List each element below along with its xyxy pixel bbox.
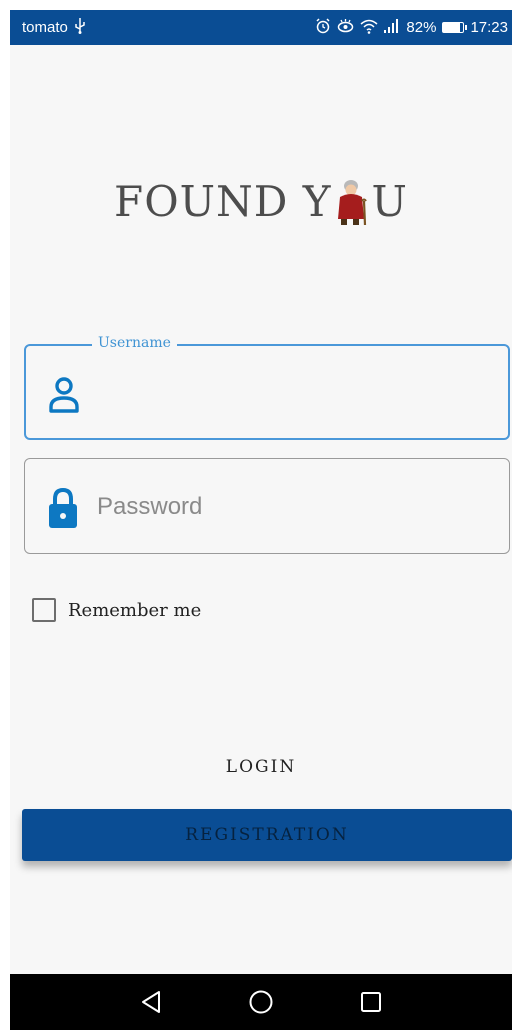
login-button[interactable]: LOGIN xyxy=(10,752,512,782)
battery-icon xyxy=(442,22,468,33)
logo-text-end: U xyxy=(371,176,408,226)
registration-button[interactable]: REGISTRATION xyxy=(22,809,512,861)
app-logo: FOUND Y U xyxy=(10,175,512,227)
wifi-icon xyxy=(360,19,378,37)
username-label: Username xyxy=(92,335,177,351)
status-bar: tomato 82% 17:23 xyxy=(10,10,512,45)
lock-icon xyxy=(47,487,79,528)
logo-text-start: FOUND Y xyxy=(114,176,332,226)
remember-me-row[interactable]: Remember me xyxy=(32,598,201,622)
username-input[interactable] xyxy=(98,372,488,416)
password-input[interactable] xyxy=(97,485,487,529)
remember-me-label[interactable]: Remember me xyxy=(68,600,201,621)
app-screen: tomato 82% 17:23 FOUND Y U Username Reme… xyxy=(10,10,512,1030)
usb-icon xyxy=(74,17,86,38)
recents-icon[interactable] xyxy=(356,987,386,1017)
grandma-icon xyxy=(334,175,370,227)
battery-percent: 82% xyxy=(406,19,437,36)
person-icon xyxy=(48,376,80,414)
username-field[interactable]: Username xyxy=(24,335,510,440)
alarm-icon xyxy=(315,18,331,37)
eye-comfort-icon xyxy=(337,18,354,37)
password-field[interactable] xyxy=(24,458,510,554)
signal-icon xyxy=(384,19,400,36)
home-icon[interactable] xyxy=(246,987,276,1017)
back-icon[interactable] xyxy=(136,987,166,1017)
clock-time: 17:23 xyxy=(470,19,508,36)
status-left: tomato xyxy=(22,17,86,38)
navigation-bar xyxy=(10,974,512,1030)
status-right: 82% 17:23 xyxy=(315,18,508,37)
carrier-name: tomato xyxy=(22,19,68,36)
remember-me-checkbox[interactable] xyxy=(32,598,56,622)
